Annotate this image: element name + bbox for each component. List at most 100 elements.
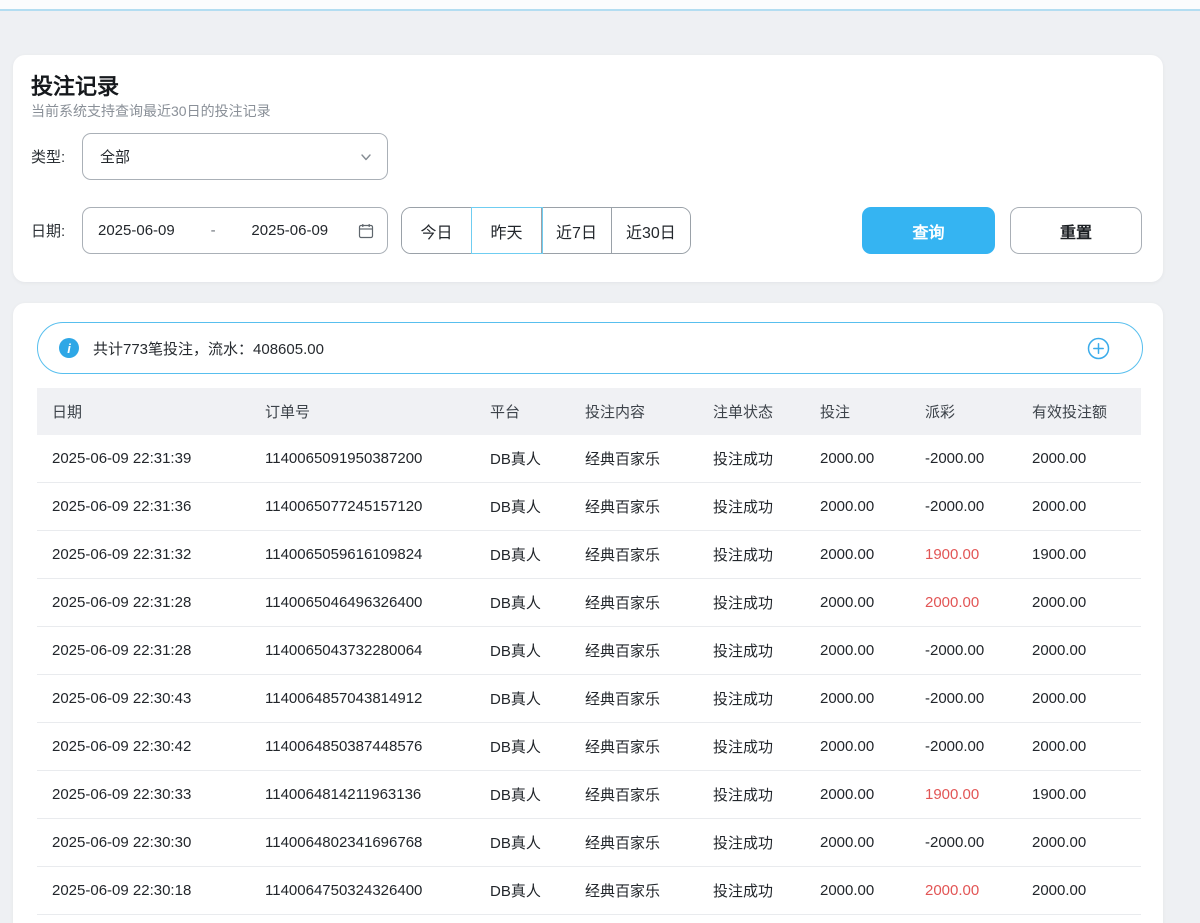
type-label: 类型: xyxy=(31,146,82,167)
cell-date: 2025-06-09 22:31:32 xyxy=(52,546,265,563)
cell-status: 投注成功 xyxy=(713,592,820,613)
column-header: 投注 xyxy=(820,401,925,422)
quick-range-button[interactable]: 近30日 xyxy=(612,208,690,253)
cell-status: 投注成功 xyxy=(713,544,820,565)
cell-platform: DB真人 xyxy=(490,448,585,469)
cell-status: 投注成功 xyxy=(713,784,820,805)
cell-platform: DB真人 xyxy=(490,640,585,661)
type-select[interactable]: 全部 xyxy=(82,133,388,180)
cell-valid: 2000.00 xyxy=(1032,642,1141,659)
cell-platform: DB真人 xyxy=(490,496,585,517)
cell-order: 1140064814211963136 xyxy=(265,786,490,803)
table-row: 2025-06-09 22:31:281140065046496326400DB… xyxy=(37,579,1141,627)
cell-bet: 2000.00 xyxy=(820,594,925,611)
cell-status: 投注成功 xyxy=(713,640,820,661)
cell-payout: 2000.00 xyxy=(925,882,1032,899)
table-row: 2025-06-09 22:30:301140064802341696768DB… xyxy=(37,819,1141,867)
cell-date: 2025-06-09 22:30:30 xyxy=(52,834,265,851)
calendar-icon[interactable] xyxy=(358,223,374,239)
cell-date: 2025-06-09 22:30:33 xyxy=(52,786,265,803)
cell-bet: 2000.00 xyxy=(820,786,925,803)
cell-payout: -2000.00 xyxy=(925,498,1032,515)
cell-payout: -2000.00 xyxy=(925,450,1032,467)
cell-valid: 2000.00 xyxy=(1032,882,1141,899)
cell-content: 经典百家乐 xyxy=(585,832,713,853)
cell-status: 投注成功 xyxy=(713,448,820,469)
cell-status: 投注成功 xyxy=(713,496,820,517)
cell-valid: 1900.00 xyxy=(1032,546,1141,563)
cell-order: 1140064750324326400 xyxy=(265,882,490,899)
cell-order: 1140064802341696768 xyxy=(265,834,490,851)
table-row: 2025-06-09 22:31:361140065077245157120DB… xyxy=(37,483,1141,531)
cell-status: 投注成功 xyxy=(713,736,820,757)
cell-valid: 2000.00 xyxy=(1032,834,1141,851)
cell-date: 2025-06-09 22:31:36 xyxy=(52,498,265,515)
date-end-value: 2025-06-09 xyxy=(251,222,328,239)
cell-order: 1140065091950387200 xyxy=(265,450,490,467)
cell-order: 1140065059616109824 xyxy=(265,546,490,563)
cell-valid: 2000.00 xyxy=(1032,690,1141,707)
cell-valid: 1900.00 xyxy=(1032,786,1141,803)
cell-content: 经典百家乐 xyxy=(585,784,713,805)
cell-date: 2025-06-09 22:30:43 xyxy=(52,690,265,707)
cell-content: 经典百家乐 xyxy=(585,544,713,565)
cell-payout: -2000.00 xyxy=(925,690,1032,707)
quick-range-button[interactable]: 今日 xyxy=(402,208,472,253)
cell-order: 1140065077245157120 xyxy=(265,498,490,515)
date-start-value: 2025-06-09 xyxy=(98,222,175,239)
page-subtitle: 当前系统支持查询最近30日的投注记录 xyxy=(31,101,271,121)
cell-date: 2025-06-09 22:30:42 xyxy=(52,738,265,755)
cell-platform: DB真人 xyxy=(490,880,585,901)
cell-valid: 2000.00 xyxy=(1032,594,1141,611)
cell-status: 投注成功 xyxy=(713,880,820,901)
column-header: 注单状态 xyxy=(713,401,820,422)
cell-bet: 2000.00 xyxy=(820,450,925,467)
quick-range-button[interactable]: 昨天 xyxy=(472,208,542,253)
cell-valid: 2000.00 xyxy=(1032,498,1141,515)
quick-range-button[interactable]: 近7日 xyxy=(542,208,612,253)
date-field-row: 日期: 2025-06-09 - 2025-06-09 xyxy=(31,207,388,254)
date-range-input[interactable]: 2025-06-09 - 2025-06-09 xyxy=(82,207,388,254)
cell-payout: -2000.00 xyxy=(925,642,1032,659)
summary-text: 共计773笔投注，流水：408605.00 xyxy=(93,338,324,359)
cell-order: 1140065046496326400 xyxy=(265,594,490,611)
cell-status: 投注成功 xyxy=(713,688,820,709)
cell-date: 2025-06-09 22:30:18 xyxy=(52,882,265,899)
cell-payout: 2000.00 xyxy=(925,594,1032,611)
query-button[interactable]: 查询 xyxy=(862,207,995,254)
cell-platform: DB真人 xyxy=(490,544,585,565)
cell-valid: 2000.00 xyxy=(1032,450,1141,467)
column-header: 有效投注额 xyxy=(1032,401,1141,422)
column-header: 平台 xyxy=(490,401,585,422)
circle-plus-icon[interactable] xyxy=(1087,337,1110,360)
type-field-row: 类型: 全部 xyxy=(31,133,388,180)
chevron-down-icon xyxy=(359,150,373,164)
table-row: 2025-06-09 22:31:281140065043732280064DB… xyxy=(37,627,1141,675)
cell-payout: 1900.00 xyxy=(925,786,1032,803)
cell-platform: DB真人 xyxy=(490,688,585,709)
reset-button[interactable]: 重置 xyxy=(1010,207,1142,254)
filter-card: 投注记录 当前系统支持查询最近30日的投注记录 类型: 全部 日期: 2025-… xyxy=(13,55,1163,282)
cell-order: 1140065043732280064 xyxy=(265,642,490,659)
cell-platform: DB真人 xyxy=(490,736,585,757)
column-header: 订单号 xyxy=(265,401,490,422)
cell-content: 经典百家乐 xyxy=(585,592,713,613)
table-row: 2025-06-09 22:31:321140065059616109824DB… xyxy=(37,531,1141,579)
cell-bet: 2000.00 xyxy=(820,834,925,851)
cell-order: 1140064850387448576 xyxy=(265,738,490,755)
cell-platform: DB真人 xyxy=(490,592,585,613)
cell-platform: DB真人 xyxy=(490,784,585,805)
cell-payout: -2000.00 xyxy=(925,834,1032,851)
cell-bet: 2000.00 xyxy=(820,642,925,659)
cell-order: 1140064857043814912 xyxy=(265,690,490,707)
table-row: 2025-06-09 22:30:181140064750324326400DB… xyxy=(37,867,1141,915)
date-label: 日期: xyxy=(31,220,82,241)
cell-bet: 2000.00 xyxy=(820,546,925,563)
cell-content: 经典百家乐 xyxy=(585,448,713,469)
table-row: 2025-06-09 22:30:421140064850387448576DB… xyxy=(37,723,1141,771)
cell-content: 经典百家乐 xyxy=(585,880,713,901)
results-card: i 共计773笔投注，流水：408605.00 日期订单号平台投注内容注单状态投… xyxy=(13,303,1163,923)
summary-bar: i 共计773笔投注，流水：408605.00 xyxy=(37,322,1143,374)
top-bar xyxy=(0,0,1200,11)
cell-date: 2025-06-09 22:31:39 xyxy=(52,450,265,467)
